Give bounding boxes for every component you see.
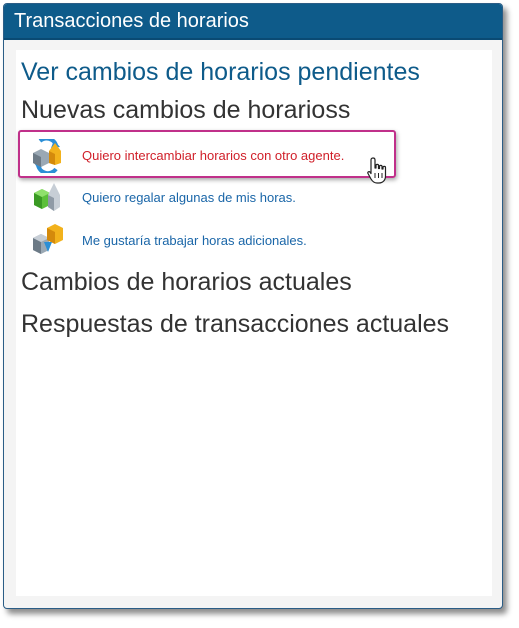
hand-cursor-icon [366,156,390,186]
new-changes-heading: Nuevas cambios de horarioss [21,96,351,124]
extra-hours-label: Me gustaría trabajar horas adicionales. [82,233,307,248]
current-responses-heading: Respuestas de transacciones actuales [21,310,450,338]
give-hours-icon [30,181,66,215]
highlight-box [18,130,396,178]
give-hours-label: Quiero regalar algunas de mis horas. [82,190,296,205]
pending-changes-link[interactable]: Ver cambios de horarios pendientes [21,58,420,87]
extra-hours-icon [30,224,66,258]
window-title: Transacciones de horarios [4,4,502,40]
content-panel: Ver cambios de horarios pendientes Nueva… [16,50,492,596]
schedule-transactions-window: Transacciones de horarios Ver cambios de… [3,3,503,609]
current-changes-heading: Cambios de horarios actuales [21,268,352,296]
